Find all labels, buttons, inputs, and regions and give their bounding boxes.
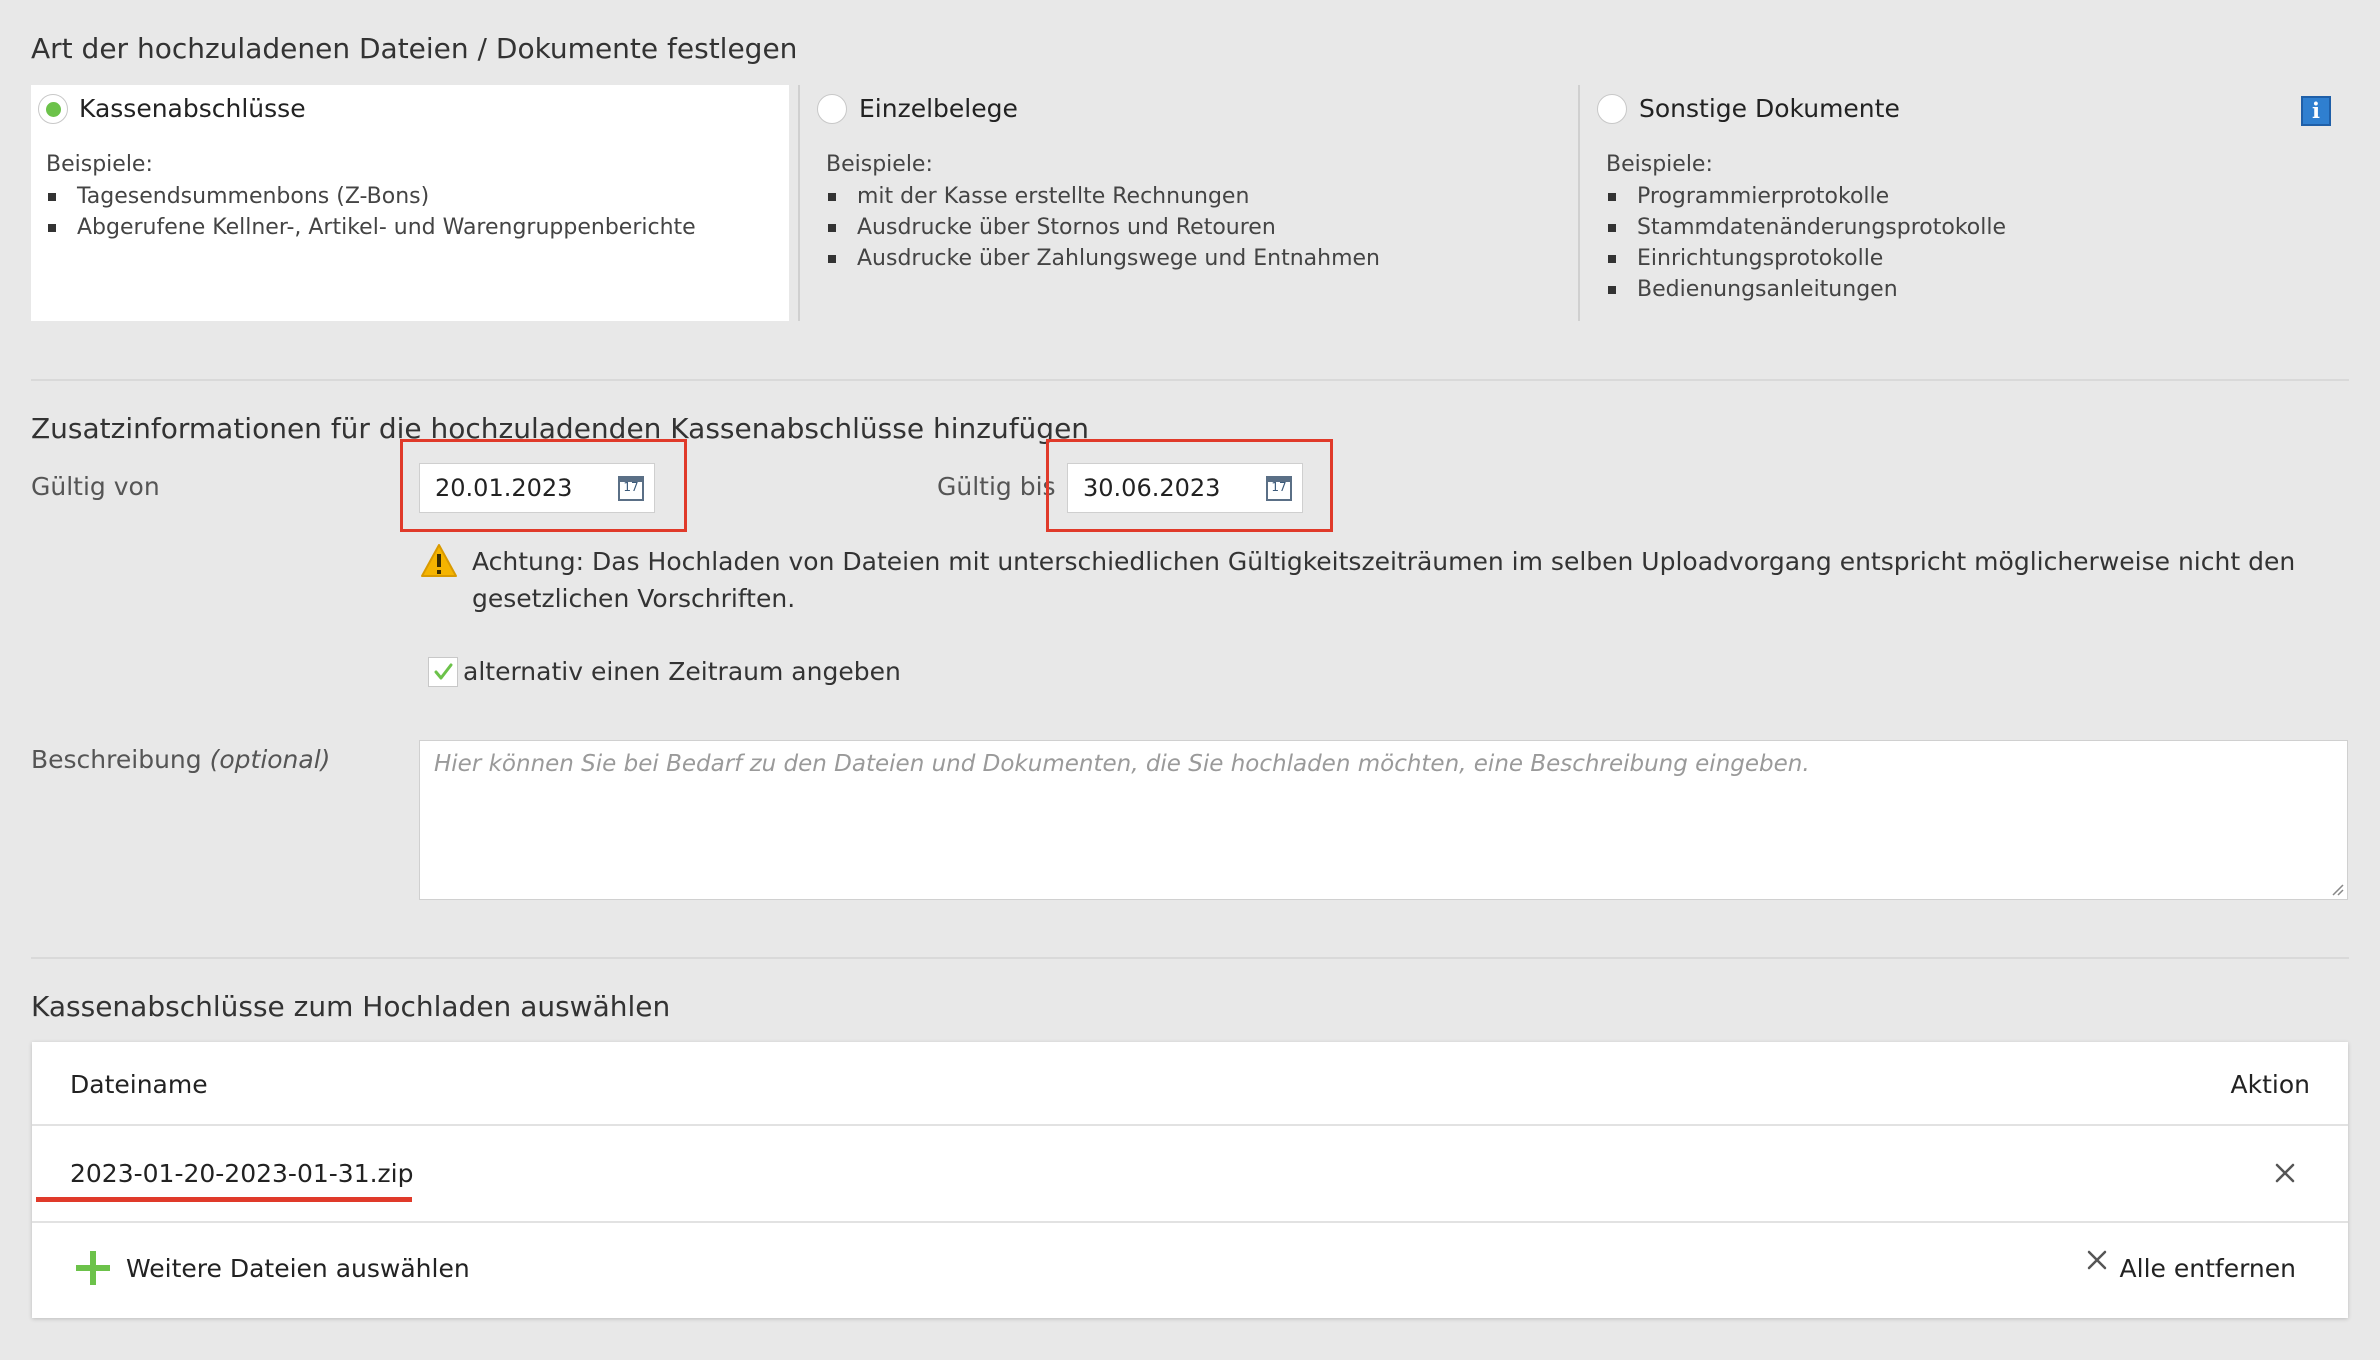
description-label-text: Beschreibung [31,745,202,774]
divider [798,85,800,321]
warning-text: Achtung: Das Hochladen von Dateien mit u… [472,547,2296,613]
description-placeholder: Hier können Sie bei Bedarf zu den Dateie… [434,751,1810,777]
divider [1578,85,1580,321]
type-section-title: Art der hochzuladenen Dateien / Dokument… [31,32,798,65]
alt-period-checkbox[interactable] [428,657,458,687]
upload-section-title: Kassenabschlüsse zum Hochladen auswählen [31,990,671,1023]
radio-kassenabschluesse[interactable] [38,94,68,124]
valid-to-label: Gültig bis [937,472,1056,501]
examples-list-sonstige-dokumente: Programmierprotokolle Stammdatenänderung… [1606,181,2006,305]
list-item: Programmierprotokolle [1606,181,2006,212]
list-item: Ausdrucke über Zahlungswege und Entnahme… [826,243,1380,274]
row-divider [32,1221,2348,1223]
list-item: Bedienungsanleitungen [1606,274,2006,305]
close-icon [2087,1250,2107,1270]
list-item: Tagesendsummenbons (Z-Bons) [46,181,696,212]
highlight-box [1046,439,1333,532]
file-name: 2023-01-20-2023-01-31.zip [70,1159,414,1188]
file-table: Dateiname Aktion 2023-01-20-2023-01-31.z… [32,1042,2348,1318]
info-icon[interactable]: i [2301,96,2331,126]
list-item: Abgerufene Kellner-, Artikel- und Wareng… [46,212,696,243]
warning-icon [421,544,457,577]
description-label: Beschreibung (optional) [31,745,330,774]
type-label-einzelbelege[interactable]: Einzelbelege [859,94,1018,123]
row-divider [32,1124,2348,1126]
checkmark-icon [434,663,453,680]
plus-icon [76,1251,110,1285]
valid-from-label: Gültig von [31,472,160,501]
examples-label: Beispiele: [826,152,933,177]
highlight-underline [36,1197,412,1202]
list-item: Einrichtungsprotokolle [1606,243,2006,274]
col-header-filename: Dateiname [70,1070,208,1099]
add-more-files-button[interactable]: Weitere Dateien auswählen [76,1248,496,1288]
section-divider [31,379,2349,381]
description-textarea[interactable]: Hier können Sie bei Bedarf zu den Dateie… [419,740,2348,900]
optional-hint: (optional) [209,745,331,774]
examples-label: Beispiele: [46,152,153,177]
remove-all-button[interactable]: Alle entfernen [2086,1248,2296,1288]
list-item: Stammdatenänderungsprotokolle [1606,212,2006,243]
alt-period-label[interactable]: alternativ einen Zeitraum angeben [463,657,901,686]
examples-list-kassenabschluesse: Tagesendsummenbons (Z-Bons) Abgerufene K… [46,181,696,243]
section-divider [31,957,2349,959]
add-more-files-label: Weitere Dateien auswählen [126,1254,470,1283]
list-item: Ausdrucke über Stornos und Retouren [826,212,1380,243]
radio-sonstige-dokumente[interactable] [1597,94,1627,124]
examples-label: Beispiele: [1606,152,1713,177]
radio-einzelbelege[interactable] [817,94,847,124]
examples-list-einzelbelege: mit der Kasse erstellte Rechnungen Ausdr… [826,181,1380,274]
col-header-action: Aktion [2230,1070,2310,1099]
remove-all-label: Alle entfernen [2119,1254,2296,1283]
highlight-box [400,439,687,532]
type-label-kassenabschluesse[interactable]: Kassenabschlüsse [79,94,306,123]
resize-grip-icon[interactable] [2330,882,2344,896]
list-item: mit der Kasse erstellte Rechnungen [826,181,1380,212]
close-icon[interactable] [2272,1160,2298,1186]
type-label-sonstige-dokumente[interactable]: Sonstige Dokumente [1639,94,1900,123]
